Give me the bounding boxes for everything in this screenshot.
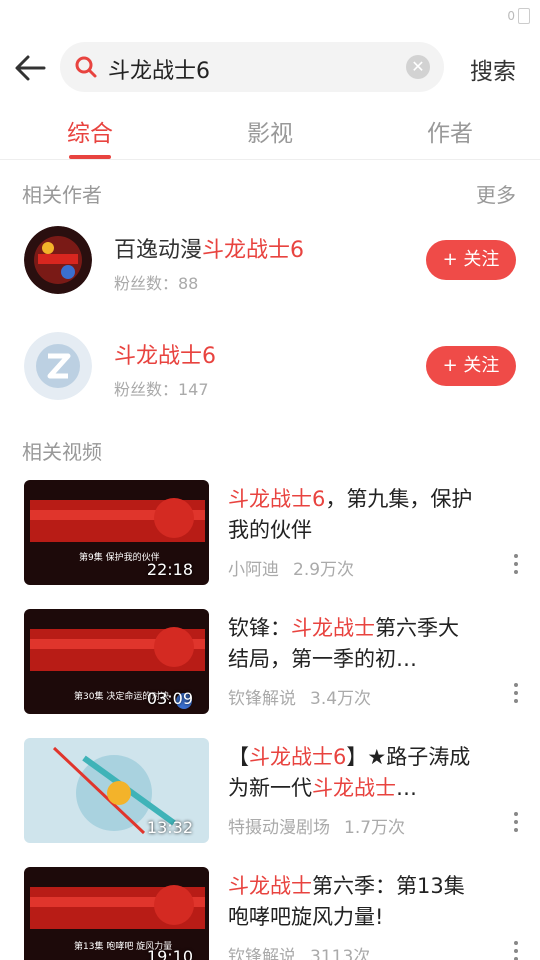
video-title[interactable]: 钦锋：斗龙战士第六季大结局，第一季的初… (228, 613, 478, 675)
title-part: … (396, 776, 417, 800)
video-item[interactable]: 第13集 咆哮吧 旋风力量 19:10 斗龙战士第六季：第13集咆哮吧旋风力量!… (0, 867, 540, 960)
video-title[interactable]: 斗龙战士6，第九集，保护我的伙伴 (228, 484, 478, 546)
author-name-highlight: 斗龙战士6 (114, 344, 216, 369)
follow-button[interactable]: + 关注 (426, 346, 516, 386)
follow-label: 关注 (463, 355, 500, 376)
video-meta: 钦锋解说 3113次 (228, 942, 370, 960)
title-part: 斗龙战士 (291, 616, 375, 640)
video-views: 3.4万次 (310, 689, 372, 709)
author-row[interactable]: 斗龙战士6 粉丝数：147 + 关注 (0, 332, 540, 422)
video-title[interactable]: 【斗龙战士6】★路子涛成为新一代斗龙战士… (228, 742, 478, 804)
author-fans-count: 粉丝数：88 (114, 274, 199, 293)
search-query-text: 斗龙战士6 (108, 59, 210, 84)
video-author: 钦锋解说 (228, 689, 296, 709)
videos-section-title: 相关视频 (22, 440, 102, 464)
search-bar: 斗龙战士6 ✕ 搜索 (0, 42, 540, 92)
more-dots-icon[interactable] (512, 554, 520, 578)
title-part: 钦锋： (228, 616, 291, 640)
tab-general[interactable]: 综合 (0, 104, 180, 159)
back-button[interactable] (12, 52, 48, 84)
video-duration: 13:32 (146, 818, 193, 837)
battery-text: 0 (507, 9, 515, 23)
search-icon (75, 56, 97, 78)
video-views: 3113次 (310, 947, 371, 960)
follow-button[interactable]: + 关注 (426, 240, 516, 280)
author-name-highlight: 斗龙战士6 (202, 238, 305, 263)
video-title[interactable]: 斗龙战士第六季：第13集咆哮吧旋风力量! (228, 871, 478, 933)
video-meta: 小阿迪 2.9万次 (228, 555, 354, 580)
plus-icon: + (442, 355, 464, 376)
video-duration: 19:10 (146, 947, 193, 960)
author-name[interactable]: 百逸动漫斗龙战士6 (114, 232, 304, 264)
more-authors-link[interactable]: 更多 (476, 179, 516, 208)
tab-author[interactable]: 作者 (360, 104, 540, 159)
video-item[interactable]: 13:32 【斗龙战士6】★路子涛成为新一代斗龙战士… 特摄动漫剧场 1.7万次 (0, 738, 540, 844)
author-fans-count: 粉丝数：147 (114, 380, 209, 399)
search-input[interactable]: 斗龙战士6 ✕ (60, 42, 444, 92)
search-submit-button[interactable]: 搜索 (470, 52, 516, 86)
avatar[interactable] (24, 226, 92, 294)
video-item[interactable]: 第30集 决定命运的对决 03:09 钦锋：斗龙战士第六季大结局，第一季的初… … (0, 609, 540, 715)
tab-video[interactable]: 影视 (180, 104, 360, 159)
title-part: 斗龙战士 (312, 776, 396, 800)
status-icons: 0 (507, 8, 530, 24)
clear-icon[interactable]: ✕ (406, 55, 430, 79)
battery-icon (518, 8, 530, 24)
plus-icon: + (442, 249, 464, 270)
video-thumbnail[interactable]: 第30集 决定命运的对决 03:09 (24, 609, 209, 714)
video-thumbnail[interactable]: 第9集 保护我的伙伴 22:18 (24, 480, 209, 585)
author-row[interactable]: 百逸动漫斗龙战士6 粉丝数：88 + 关注 (0, 226, 540, 316)
back-arrow-icon (15, 55, 46, 81)
more-dots-icon[interactable] (512, 683, 520, 707)
video-views: 1.7万次 (344, 818, 406, 838)
title-part: 斗龙战士 (228, 874, 312, 898)
author-name-prefix: 百逸动漫 (114, 238, 203, 263)
title-part: 【 (228, 745, 249, 769)
video-author: 特摄动漫剧场 (228, 818, 330, 838)
video-duration: 03:09 (146, 689, 193, 708)
video-author: 钦锋解说 (228, 947, 296, 960)
author-name[interactable]: 斗龙战士6 (114, 338, 216, 370)
more-dots-icon[interactable] (512, 941, 520, 960)
video-thumbnail[interactable]: 第13集 咆哮吧 旋风力量 19:10 (24, 867, 209, 960)
video-meta: 特摄动漫剧场 1.7万次 (228, 813, 405, 838)
video-views: 2.9万次 (293, 560, 355, 580)
video-thumbnail[interactable]: 13:32 (24, 738, 209, 843)
tab-bar: 综合 影视 作者 (0, 104, 540, 160)
video-item[interactable]: 第9集 保护我的伙伴 22:18 斗龙战士6，第九集，保护我的伙伴 小阿迪 2.9… (0, 480, 540, 586)
video-author: 小阿迪 (228, 560, 279, 580)
more-dots-icon[interactable] (512, 812, 520, 836)
status-bar: 0 (0, 0, 540, 34)
video-duration: 22:18 (146, 560, 193, 579)
follow-label: 关注 (463, 249, 500, 270)
authors-section-title: 相关作者 (22, 183, 102, 207)
video-meta: 钦锋解说 3.4万次 (228, 684, 371, 709)
avatar[interactable] (24, 332, 92, 400)
title-part: 斗龙战士6 (249, 745, 347, 769)
title-part: 斗龙战士6 (228, 487, 326, 511)
